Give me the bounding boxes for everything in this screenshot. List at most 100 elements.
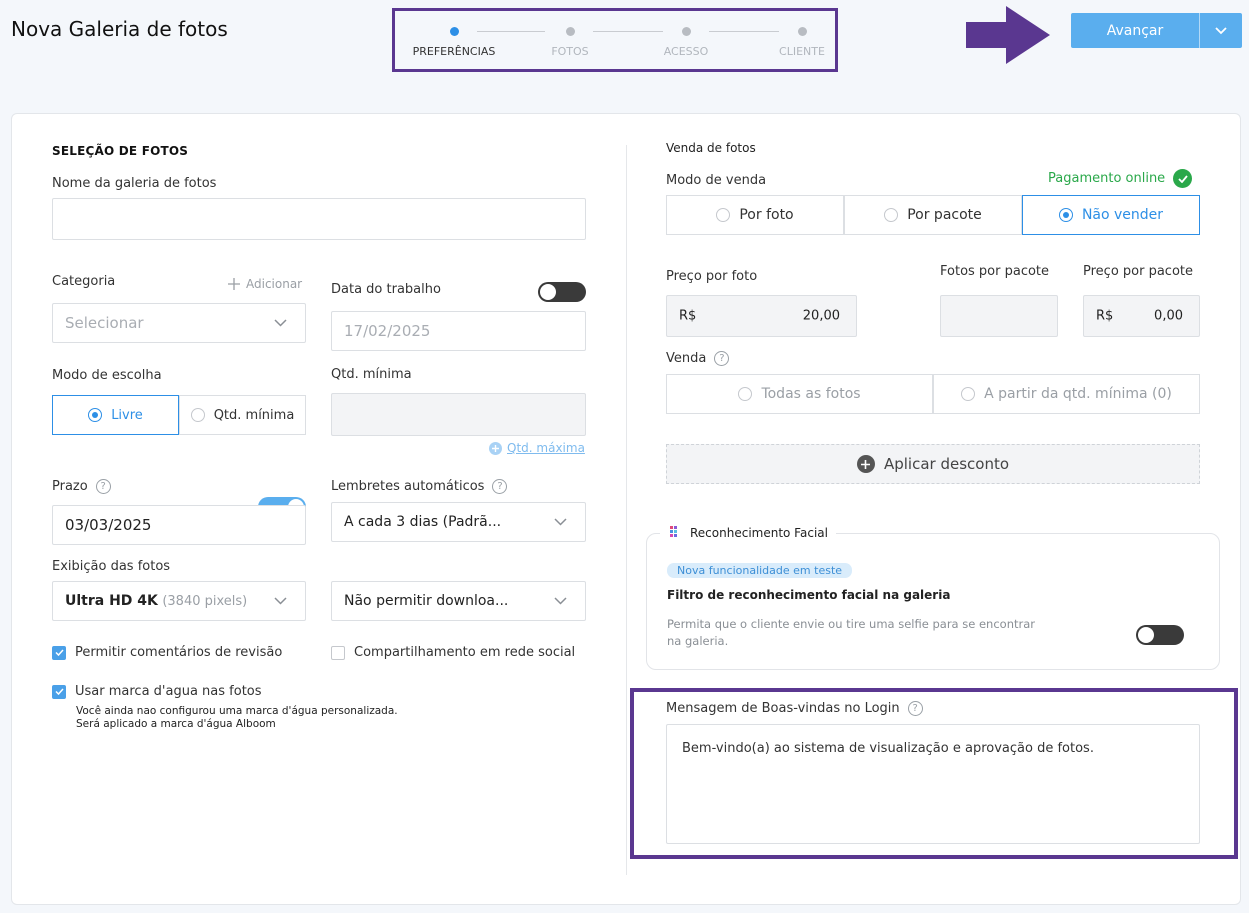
facial-desc-line: Permita que o cliente envie ou tire uma … [667, 617, 1035, 631]
help-icon[interactable]: ? [714, 351, 730, 366]
sale-mode-por-pacote[interactable]: Por pacote [844, 195, 1022, 235]
deadline-label-row: Prazo ? [52, 479, 111, 494]
download-select[interactable]: Não permitir downloa... [331, 581, 586, 621]
step-label: PREFERÊNCIAS [412, 45, 496, 58]
arrow-right-icon [966, 6, 1052, 68]
price-per-photo-input[interactable]: R$ 20,00 [666, 295, 857, 337]
reminders-select[interactable]: A cada 3 dias (Padrã... [331, 502, 586, 542]
max-qty-link[interactable]: Qtd. máxima [489, 441, 585, 455]
choice-mode-livre[interactable]: Livre [52, 395, 179, 435]
step-acesso[interactable]: ACESSO [651, 27, 721, 58]
facial-filter-toggle[interactable] [1136, 625, 1184, 645]
step-fotos[interactable]: FOTOS [535, 27, 605, 58]
welcome-message-textarea[interactable]: Bem-vindo(a) ao sistema de visualização … [666, 724, 1200, 844]
category-placeholder: Selecionar [65, 314, 144, 332]
work-date-toggle[interactable] [538, 282, 586, 302]
plus-icon [228, 278, 240, 290]
facial-filter-label: Filtro de reconhecimento facial na galer… [667, 588, 951, 602]
sale-section-title: Venda de fotos [666, 141, 756, 155]
sale-mode-por-foto[interactable]: Por foto [666, 195, 844, 235]
deadline-value: 03/03/2025 [65, 516, 152, 534]
reminders-value: A cada 3 dias (Padrã... [344, 514, 502, 530]
display-value: Ultra HD 4K [65, 593, 158, 609]
welcome-label: Mensagem de Boas-vindas no Login [666, 701, 900, 716]
allow-comments-label: Permitir comentários de revisão [75, 645, 283, 660]
welcome-message-value: Bem-vindo(a) ao sistema de visualização … [682, 741, 1094, 756]
radio-icon [88, 408, 103, 422]
new-feature-badge: Nova funcionalidade em teste [667, 563, 853, 578]
radio-icon [738, 387, 753, 401]
section-title: SELEÇÃO DE FOTOS [52, 144, 189, 158]
step-cliente[interactable]: CLIENTE [767, 27, 837, 58]
checkbox-checked-icon[interactable] [52, 684, 66, 699]
reminders-label-row: Lembretes automáticos ? [331, 479, 508, 494]
radio-icon [1058, 208, 1073, 222]
social-share-row[interactable]: Compartilhamento em rede social [331, 645, 575, 660]
display-value-note: (3840 pixels) [162, 594, 248, 609]
work-date-label: Data do trabalho [331, 282, 441, 297]
help-icon[interactable]: ? [907, 701, 923, 716]
max-qty-label: Qtd. máxima [507, 441, 585, 455]
category-select[interactable]: Selecionar [52, 303, 306, 343]
chevron-down-icon [554, 597, 567, 605]
chevron-down-icon[interactable] [1200, 26, 1242, 35]
facial-recognition-title: Reconhecimento Facial [690, 526, 828, 540]
photos-per-package-label: Fotos por pacote [940, 264, 1050, 279]
gallery-name-label: Nome da galeria de fotos [52, 176, 217, 191]
min-qty-input[interactable] [331, 393, 586, 436]
allow-comments-row[interactable]: Permitir comentários de revisão [52, 645, 282, 660]
facial-recognition-title-row: Reconhecimento Facial [660, 525, 836, 541]
step-label: ACESSO [663, 45, 709, 58]
choice-mode-qtd-label: Qtd. mínima [213, 407, 295, 423]
chevron-down-icon [554, 518, 567, 526]
advance-button[interactable]: Avançar [1071, 13, 1242, 48]
column-divider [626, 145, 627, 875]
min-qty-label: Qtd. mínima [331, 367, 412, 382]
facial-desc-line: na galeria. [667, 634, 729, 648]
radio-icon [884, 208, 899, 222]
sale-mode-option-label: Por pacote [907, 207, 982, 223]
checkbox-checked-icon[interactable] [52, 645, 66, 660]
deadline-input[interactable]: 03/03/2025 [52, 505, 306, 545]
download-value: Não permitir downloa... [344, 593, 509, 609]
step-dot [565, 27, 575, 36]
display-label: Exibição das fotos [52, 559, 171, 574]
step-preferencias[interactable]: PREFERÊNCIAS [409, 27, 499, 58]
radio-icon [716, 208, 731, 222]
step-dot [681, 27, 691, 36]
sale-mode-nao-vender[interactable]: Não vender [1022, 195, 1200, 235]
watermark-row[interactable]: Usar marca d'agua nas fotos [52, 684, 262, 699]
price-per-package-value: 0,00 [1154, 308, 1183, 324]
stepper: PREFERÊNCIAS FOTOS ACESSO CLIENTE [392, 8, 838, 72]
choice-mode-label: Modo de escolha [52, 368, 162, 383]
sale-from-min-qty[interactable]: A partir da qtd. mínima (0) [933, 374, 1200, 414]
currency-prefix: R$ [1096, 308, 1114, 324]
choice-mode-qtd-minima[interactable]: Qtd. mínima [179, 395, 306, 435]
price-per-photo-label: Preço por foto [666, 269, 758, 284]
page-title: Nova Galeria de fotos [11, 17, 228, 41]
sale-label: Venda [666, 351, 707, 366]
watermark-label: Usar marca d'agua nas fotos [75, 684, 262, 699]
facial-filter-description: Permita que o cliente envie ou tire uma … [667, 616, 1035, 650]
add-category-button[interactable]: Adicionar [228, 277, 302, 291]
sale-all-photos[interactable]: Todas as fotos [666, 374, 933, 414]
display-select[interactable]: Ultra HD 4K (3840 pixels) [52, 581, 306, 621]
currency-prefix: R$ [679, 308, 697, 324]
deadline-label: Prazo [52, 479, 88, 494]
gallery-name-input[interactable] [52, 198, 586, 240]
work-date-input[interactable]: 17/02/2025 [331, 311, 586, 351]
help-icon[interactable]: ? [492, 479, 508, 494]
checkbox-icon[interactable] [331, 645, 345, 660]
radio-icon [190, 408, 205, 422]
help-icon[interactable]: ? [95, 479, 111, 494]
step-label: FOTOS [551, 45, 589, 58]
welcome-label-row: Mensagem de Boas-vindas no Login ? [666, 701, 923, 716]
online-payment-label: Pagamento online [1048, 171, 1166, 186]
sale-mode-label: Modo de venda [666, 173, 767, 188]
reminders-label: Lembretes automáticos [331, 479, 485, 494]
watermark-note-line: Será aplicado a marca d'água Alboom [76, 718, 276, 730]
advance-button-label: Avançar [1106, 22, 1164, 39]
price-per-package-input[interactable]: R$ 0,00 [1083, 295, 1200, 337]
photos-per-package-input[interactable] [940, 295, 1058, 337]
apply-discount-button[interactable]: Aplicar desconto [666, 444, 1200, 484]
